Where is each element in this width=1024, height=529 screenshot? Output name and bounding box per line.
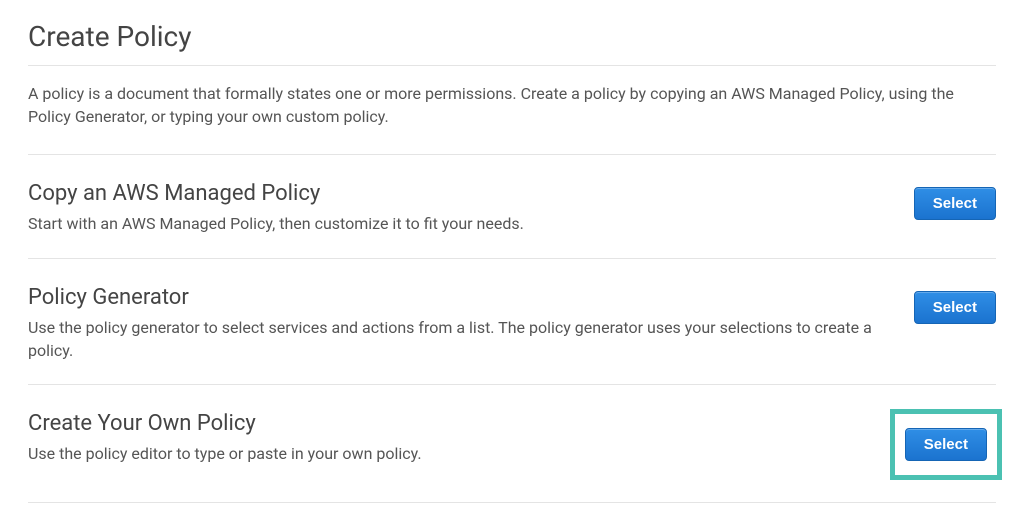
select-button-copy-managed[interactable]: Select xyxy=(914,187,996,220)
option-title-copy-managed: Copy an AWS Managed Policy xyxy=(28,181,874,206)
option-policy-generator: Policy Generator Use the policy generato… xyxy=(28,259,996,385)
option-create-own-policy: Create Your Own Policy Use the policy ed… xyxy=(28,385,996,503)
option-copy-managed-policy: Copy an AWS Managed Policy Start with an… xyxy=(28,155,996,258)
page-title: Create Policy xyxy=(28,20,996,66)
option-desc-copy-managed: Start with an AWS Managed Policy, then c… xyxy=(28,212,874,235)
highlight-box: Select xyxy=(890,409,1002,480)
option-text: Policy Generator Use the policy generato… xyxy=(28,285,914,362)
select-button-create-own[interactable]: Select xyxy=(905,428,987,461)
option-desc-create-own: Use the policy editor to type or paste i… xyxy=(28,442,850,465)
option-title-create-own: Create Your Own Policy xyxy=(28,411,850,436)
option-title-policy-generator: Policy Generator xyxy=(28,285,874,310)
option-desc-policy-generator: Use the policy generator to select servi… xyxy=(28,316,874,362)
intro-text: A policy is a document that formally sta… xyxy=(28,82,996,155)
option-text: Create Your Own Policy Use the policy ed… xyxy=(28,411,890,465)
option-text: Copy an AWS Managed Policy Start with an… xyxy=(28,181,914,235)
select-button-policy-generator[interactable]: Select xyxy=(914,291,996,324)
